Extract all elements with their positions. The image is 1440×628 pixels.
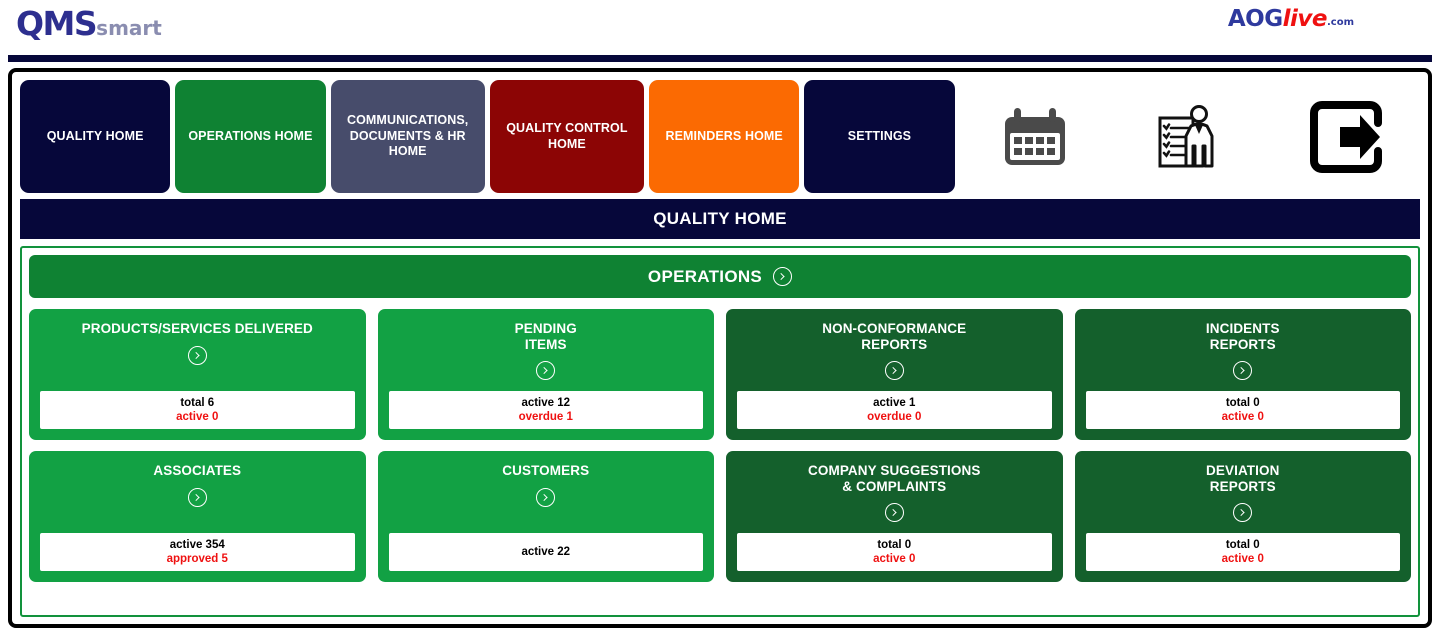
nav-communications-documents-hr-home[interactable]: COMMUNICATIONS, DOCUMENTS & HR HOME — [330, 80, 485, 193]
card-pending-items-stat-primary: active 12 — [521, 396, 571, 409]
card-pending-items-arrow-wrap — [536, 361, 556, 381]
logout-icon[interactable] — [1270, 80, 1420, 193]
nav-reminders-home-label: REMINDERS HOME — [665, 128, 783, 143]
nav-operations-home[interactable]: OPERATIONS HOME — [175, 80, 326, 193]
card-products-services-delivered-arrow-wrap — [187, 345, 207, 365]
card-company-suggestions-complaints-title: COMPANY SUGGESTIONS & COMPLAINTS — [808, 463, 981, 494]
card-pending-items-stats: active 12 overdue 1 — [388, 391, 703, 429]
card-customers-arrow-wrap — [536, 487, 556, 507]
card-customers-title: CUSTOMERS — [502, 463, 590, 478]
page-title: QUALITY HOME — [20, 199, 1420, 239]
card-non-conformance-reports[interactable]: NON-CONFORMANCE REPORTS active 1 overdue 0 — [726, 309, 1063, 440]
card-products-services-delivered-stat-primary: total 6 — [180, 396, 215, 409]
circle-right-arrow-icon[interactable] — [773, 267, 793, 286]
card-associates-stat-primary: active 354 — [169, 538, 225, 551]
nav-quality-home-label: QUALITY HOME — [46, 128, 144, 143]
card-products-services-delivered[interactable]: PRODUCTS/SERVICES DELIVERED total 6 active… — [29, 309, 366, 440]
header-divider — [8, 55, 1432, 62]
card-non-conformance-reports-stat-secondary: overdue 0 — [867, 411, 922, 423]
card-pending-items-title: PENDING ITEMS — [514, 321, 577, 352]
nav-quality-control-home-label: QUALITY CONTROL HOME — [506, 120, 628, 151]
qms-logo-main: QMS — [16, 4, 98, 43]
card-company-suggestions-complaints-stats: total 0 active 0 — [737, 533, 1052, 571]
operations-section-header[interactable]: OPERATIONS — [29, 255, 1411, 298]
card-non-conformance-reports-stats: active 1 overdue 0 — [737, 391, 1052, 429]
card-company-suggestions-complaints[interactable]: COMPANY SUGGESTIONS & COMPLAINTS total 0 a… — [726, 451, 1063, 582]
aoglive-logo[interactable]: AOGlive.com — [1228, 8, 1354, 31]
card-incidents-reports[interactable]: INCIDENTS REPORTS total 0 active 0 — [1074, 309, 1411, 440]
card-non-conformance-reports-stat-primary: active 1 — [873, 396, 916, 409]
card-products-services-delivered-stat-secondary: active 0 — [176, 411, 219, 423]
operations-panel: OPERATIONS PRODUCTS/SERVICES DELIVERED to… — [20, 246, 1420, 617]
auditor-checklist-icon[interactable] — [1115, 80, 1265, 193]
circle-right-arrow-icon[interactable] — [536, 487, 556, 507]
circle-right-arrow-icon[interactable] — [884, 361, 904, 381]
card-associates[interactable]: ASSOCIATES active 354 approved 5 — [29, 451, 366, 582]
nav-reminders-home[interactable]: REMINDERS HOME — [649, 80, 800, 193]
circle-right-arrow-icon[interactable] — [1233, 361, 1253, 381]
app-frame: QUALITY HOME OPERATIONS HOME COMMUNICATION… — [8, 68, 1432, 628]
card-customers-stats: active 22 — [388, 533, 703, 571]
card-company-suggestions-complaints-arrow-wrap — [884, 503, 904, 523]
card-associates-title: ASSOCIATES — [153, 463, 242, 478]
circle-right-arrow-icon[interactable] — [1233, 503, 1253, 523]
card-deviation-reports-stat-secondary: active 0 — [1221, 553, 1264, 565]
circle-right-arrow-icon[interactable] — [187, 487, 207, 507]
card-pending-items-stat-secondary: overdue 1 — [518, 411, 573, 423]
card-incidents-reports-arrow-wrap — [1233, 361, 1253, 381]
circle-right-arrow-icon[interactable] — [536, 361, 556, 381]
card-incidents-reports-stat-secondary: active 0 — [1221, 411, 1264, 423]
nav-communications-documents-hr-home-label: COMMUNICATIONS, DOCUMENTS & HR HOME — [346, 113, 469, 159]
card-non-conformance-reports-title: NON-CONFORMANCE REPORTS — [822, 321, 967, 352]
nav-settings[interactable]: SETTINGS — [804, 80, 955, 193]
card-products-services-delivered-stats: total 6 active 0 — [40, 391, 355, 429]
card-incidents-reports-title: INCIDENTS REPORTS — [1205, 321, 1280, 352]
card-company-suggestions-complaints-stat-primary: total 0 — [877, 538, 912, 551]
card-products-services-delivered-title: PRODUCTS/SERVICES DELIVERED — [81, 321, 313, 336]
circle-right-arrow-icon[interactable] — [187, 345, 207, 365]
nav-quality-control-home[interactable]: QUALITY CONTROL HOME — [489, 80, 645, 193]
card-associates-stat-secondary: approved 5 — [166, 553, 228, 565]
aog-logo-main: AOG — [1227, 6, 1283, 32]
operations-card-grid: PRODUCTS/SERVICES DELIVERED total 6 active… — [29, 309, 1411, 582]
card-company-suggestions-complaints-stat-secondary: active 0 — [873, 553, 916, 565]
operations-section-label: OPERATIONS — [647, 266, 763, 286]
qms-logo-sub: smart — [96, 16, 162, 40]
top-header: QMSsmart AOGlive.com — [0, 0, 1440, 62]
card-deviation-reports-title: DEVIATION REPORTS — [1206, 463, 1280, 494]
aog-logo-com: .com — [1326, 17, 1354, 28]
card-associates-stats: active 354 approved 5 — [40, 533, 355, 571]
card-incidents-reports-stat-primary: total 0 — [1225, 396, 1260, 409]
card-deviation-reports[interactable]: DEVIATION REPORTS total 0 active 0 — [1074, 451, 1411, 582]
qms-smart-logo[interactable]: QMSsmart — [16, 7, 162, 40]
card-associates-arrow-wrap — [187, 487, 207, 507]
card-deviation-reports-arrow-wrap — [1233, 503, 1253, 523]
main-navigation: QUALITY HOME OPERATIONS HOME COMMUNICATION… — [20, 80, 1420, 193]
card-deviation-reports-stat-primary: total 0 — [1225, 538, 1260, 551]
card-incidents-reports-stats: total 0 active 0 — [1085, 391, 1400, 429]
nav-quality-home[interactable]: QUALITY HOME — [20, 80, 171, 193]
card-deviation-reports-stats: total 0 active 0 — [1085, 533, 1400, 571]
card-customers[interactable]: CUSTOMERS active 22 — [377, 451, 714, 582]
nav-settings-label: SETTINGS — [847, 128, 912, 143]
card-customers-stat-primary: active 22 — [521, 545, 571, 558]
circle-right-arrow-icon[interactable] — [884, 503, 904, 523]
aog-logo-live: live — [1282, 6, 1328, 32]
card-pending-items[interactable]: PENDING ITEMS active 12 overdue 1 — [377, 309, 714, 440]
nav-operations-home-label: OPERATIONS HOME — [188, 128, 313, 143]
card-non-conformance-reports-arrow-wrap — [884, 361, 904, 381]
calendar-icon[interactable] — [960, 80, 1110, 193]
